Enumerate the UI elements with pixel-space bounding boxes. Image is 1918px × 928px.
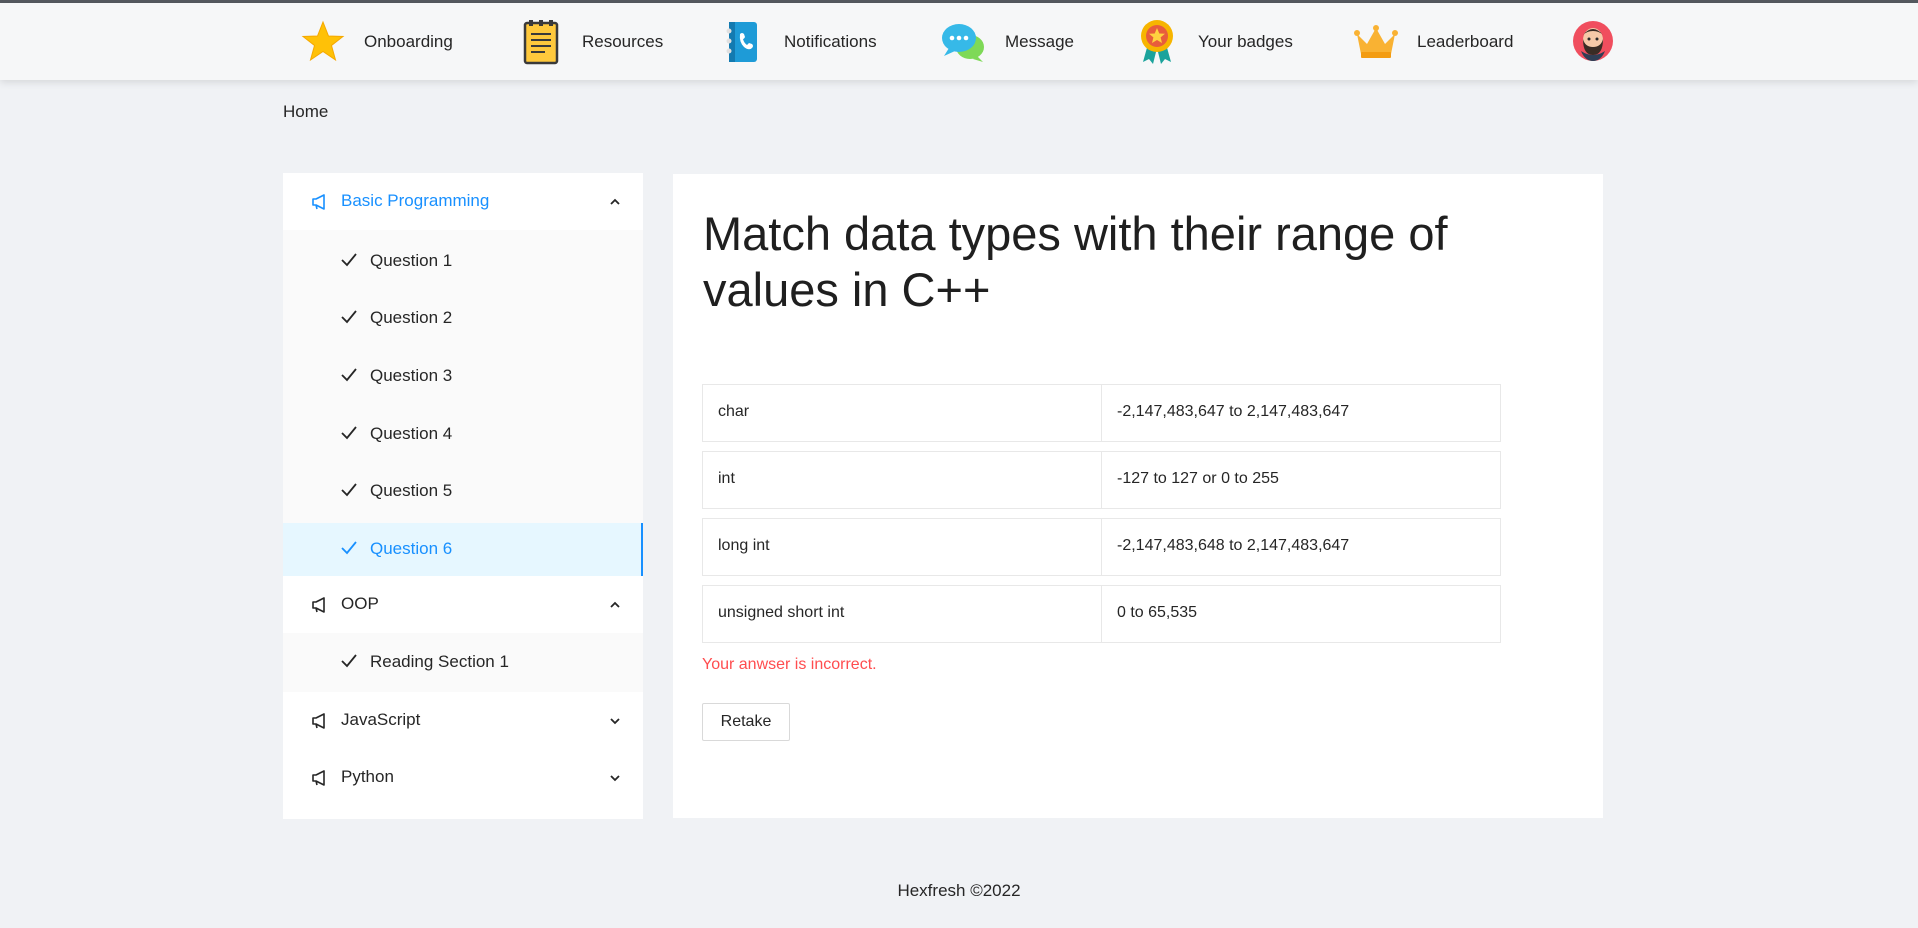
menu-item-question-2[interactable]: Question 2 (283, 292, 643, 345)
menu-item-label: Question 2 (370, 308, 453, 327)
menu-item-label: Question 6 (370, 539, 453, 558)
match-row: unsigned short int 0 to 65,535 (702, 585, 1502, 643)
phone-book-icon (720, 19, 766, 65)
question-title: Match data types with their range of val… (703, 207, 1448, 316)
megaphone-icon (311, 712, 329, 730)
match-row: int -127 to 127 or 0 to 255 (702, 451, 1502, 509)
nav-item-resources[interactable]: Resources (518, 3, 663, 80)
range-cell[interactable]: -127 to 127 or 0 to 255 (1101, 451, 1501, 509)
question-panel: Match data types with their range of val… (673, 174, 1603, 818)
user-avatar-icon (1573, 21, 1613, 65)
chevron-up-icon (609, 195, 621, 207)
menu-section-label: Python (341, 767, 394, 786)
nav-item-notifications[interactable]: Notifications (720, 3, 877, 80)
check-icon (341, 368, 357, 382)
chat-bubbles-icon (941, 19, 987, 65)
range-cell[interactable]: -2,147,483,647 to 2,147,483,647 (1101, 384, 1501, 442)
top-navigation-bar: Onboarding Resources Notifications Messa… (0, 3, 1918, 80)
retake-button[interactable]: Retake (702, 703, 790, 741)
check-icon (341, 253, 357, 267)
nav-item-leaderboard[interactable]: Leaderboard (1353, 3, 1513, 80)
menu-section-label: JavaScript (341, 710, 421, 729)
breadcrumb-home[interactable]: Home (283, 102, 328, 122)
submenu-basic-programming: Question 1 Question 2 Question 3 Questio… (283, 230, 643, 576)
nav-label-notifications: Notifications (784, 31, 877, 51)
nav-label-onboarding: Onboarding (364, 31, 453, 51)
crown-icon (1353, 19, 1399, 65)
menu-item-label: Question 4 (370, 424, 453, 443)
star-icon (300, 19, 346, 65)
menu-item-question-4[interactable]: Question 4 (283, 408, 643, 461)
data-type-label: long int (718, 537, 770, 554)
menu-section-basic-programming[interactable]: Basic Programming (283, 173, 643, 230)
menu-item-question-6[interactable]: Question 6 (283, 523, 643, 576)
menu-section-label: OOP (341, 594, 379, 613)
menu-section-python[interactable]: Python (283, 749, 643, 806)
range-label: -2,147,483,647 to 2,147,483,647 (1117, 403, 1350, 420)
chevron-down-icon (609, 771, 621, 783)
check-icon (341, 310, 357, 324)
menu-item-question-3[interactable]: Question 3 (283, 350, 643, 403)
submenu-oop: Reading Section 1 (283, 633, 643, 692)
check-icon (341, 654, 357, 668)
range-cell[interactable]: -2,147,483,648 to 2,147,483,647 (1101, 518, 1501, 576)
range-label: 0 to 65,535 (1117, 604, 1198, 621)
match-row: long int -2,147,483,648 to 2,147,483,647 (702, 518, 1502, 576)
data-type-label: unsigned short int (718, 604, 845, 621)
data-type-cell[interactable]: int (702, 451, 1102, 509)
data-type-cell[interactable]: unsigned short int (702, 585, 1102, 643)
course-sidebar: Basic Programming Question 1 Question 2 … (283, 173, 643, 819)
active-indicator (641, 523, 643, 576)
user-avatar[interactable] (1573, 21, 1613, 61)
range-cell[interactable]: 0 to 65,535 (1101, 585, 1501, 643)
range-label: -127 to 127 or 0 to 255 (1117, 470, 1279, 487)
check-icon (341, 483, 357, 497)
menu-item-label: Question 1 (370, 251, 453, 270)
data-type-label: char (718, 403, 750, 420)
document-icon (518, 19, 564, 65)
menu-item-label: Reading Section 1 (370, 652, 509, 671)
menu-item-question-5[interactable]: Question 5 (283, 465, 643, 518)
match-row: char -2,147,483,647 to 2,147,483,647 (702, 384, 1502, 442)
nav-item-your-badges[interactable]: Your badges (1134, 3, 1293, 80)
nav-item-message[interactable]: Message (941, 3, 1074, 80)
nav-label-leaderboard: Leaderboard (1417, 31, 1514, 51)
chevron-down-icon (609, 714, 621, 726)
nav-label-message: Message (1005, 31, 1074, 51)
data-type-label: int (718, 470, 735, 487)
nav-item-onboarding[interactable]: Onboarding (300, 3, 453, 80)
data-type-cell[interactable]: long int (702, 518, 1102, 576)
nav-label-your-badges: Your badges (1198, 31, 1293, 51)
menu-item-label: Question 3 (370, 366, 453, 385)
megaphone-icon (311, 193, 329, 211)
megaphone-icon (311, 769, 329, 787)
menu-section-javascript[interactable]: JavaScript (283, 692, 643, 749)
medal-icon (1134, 19, 1180, 65)
menu-section-oop[interactable]: OOP (283, 576, 643, 633)
megaphone-icon (311, 596, 329, 614)
menu-section-label: Basic Programming (341, 191, 490, 210)
nav-label-resources: Resources (582, 31, 664, 51)
result-message: Your anwser is incorrect. (702, 656, 877, 673)
footer-copyright: Hexfresh ©2022 (897, 881, 1021, 900)
check-icon (341, 541, 357, 555)
range-label: -2,147,483,648 to 2,147,483,647 (1117, 537, 1350, 554)
menu-item-question-1[interactable]: Question 1 (283, 235, 643, 288)
menu-item-label: Question 5 (370, 481, 453, 500)
check-icon (341, 426, 357, 440)
menu-item-reading-section-1[interactable]: Reading Section 1 (283, 636, 643, 689)
data-type-cell[interactable]: char (702, 384, 1102, 442)
chevron-up-icon (609, 598, 621, 610)
